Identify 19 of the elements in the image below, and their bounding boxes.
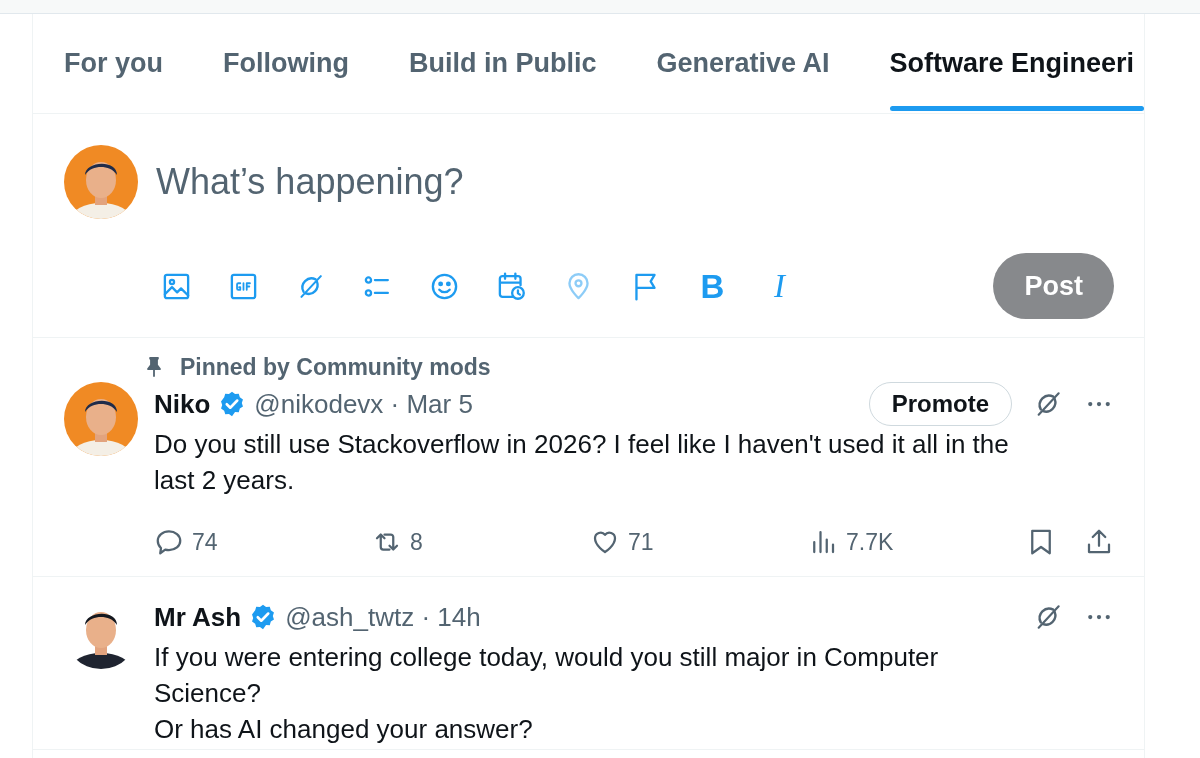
handle-and-time: @ash_twtz · 14h — [285, 600, 481, 634]
handle-and-time: @nikodevx · Mar 5 — [254, 387, 473, 421]
reply-icon[interactable] — [154, 527, 184, 557]
pinned-label: Pinned by Community mods — [180, 352, 491, 382]
tab[interactable]: Software Engineeri — [889, 14, 1144, 113]
count: 71 — [628, 527, 654, 557]
count: 7.7K — [846, 527, 894, 557]
tab[interactable]: Following — [223, 14, 349, 113]
post-text: If you were entering college today, would you still major in Computer Science? Or has AI changed your answer? — [154, 641, 940, 746]
calendar-clock-icon[interactable] — [496, 270, 527, 302]
tab[interactable]: Build in Public — [409, 14, 597, 113]
author-name[interactable]: Mr Ash — [154, 597, 242, 637]
tab[interactable]: For you — [64, 14, 163, 113]
post-text: Do you still use Stackoverflow in 2026? I feel like I haven't used it all in the last 2 years. — [154, 428, 1010, 497]
post-input-field[interactable]: What’s happening? — [156, 145, 1114, 219]
count: 74 — [192, 527, 218, 557]
tab[interactable]: Generative AI — [656, 14, 830, 113]
author-name[interactable]: Niko — [154, 384, 211, 424]
count: 8 — [410, 527, 423, 557]
